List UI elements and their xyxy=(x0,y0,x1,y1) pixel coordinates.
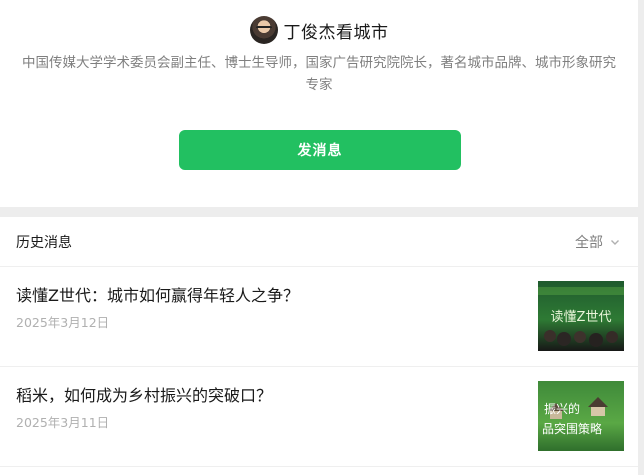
account-name-row: 丁俊杰看城市 xyxy=(0,16,638,44)
history-messages-section: 历史消息 全部 读懂Z世代：城市如何赢得年轻人之争？ 2025年3月12日 读懂… xyxy=(0,217,638,475)
filter-label: 全部 xyxy=(575,234,603,251)
article-item[interactable]: 稻米，如何成为乡村振兴的突破口？ 2025年3月11日 振兴的 品突围策略 xyxy=(0,367,638,467)
thumbnail-text: 品突围策略 xyxy=(542,421,602,436)
filter-dropdown[interactable]: 全部 xyxy=(575,232,621,252)
account-bio: 中国传媒大学学术委员会副主任、博士生导师，国家广告研究院院长，著名城市品牌、城市… xyxy=(22,55,616,93)
article-title[interactable]: 读懂Z世代：城市如何赢得年轻人之争？ xyxy=(16,282,299,306)
article-date: 2025年3月12日 xyxy=(16,315,110,330)
avatar[interactable] xyxy=(249,16,278,44)
thumbnail-text: 振兴的 xyxy=(544,401,580,416)
article-thumbnail[interactable]: 读懂Z世代 xyxy=(538,281,624,351)
account-profile-card: 丁俊杰看城市 中国传媒大学学术委员会副主任、博士生导师，国家广告研究院院长，著名… xyxy=(0,0,638,207)
account-name: 丁俊杰看城市 xyxy=(283,22,389,43)
chevron-down-icon xyxy=(611,239,619,245)
history-title: 历史消息 xyxy=(16,234,72,251)
send-message-button[interactable]: 发消息 xyxy=(179,130,461,170)
article-date: 2025年3月11日 xyxy=(16,415,110,430)
thumbnail-text: 读懂Z世代 xyxy=(551,310,612,325)
article-item[interactable]: 读懂Z世代：城市如何赢得年轻人之争？ 2025年3月12日 读懂Z世代 xyxy=(0,267,638,367)
article-title[interactable]: 稻米，如何成为乡村振兴的突破口？ xyxy=(16,382,272,406)
history-header: 历史消息 全部 xyxy=(0,217,638,267)
article-thumbnail[interactable]: 振兴的 品突围策略 xyxy=(538,381,624,451)
